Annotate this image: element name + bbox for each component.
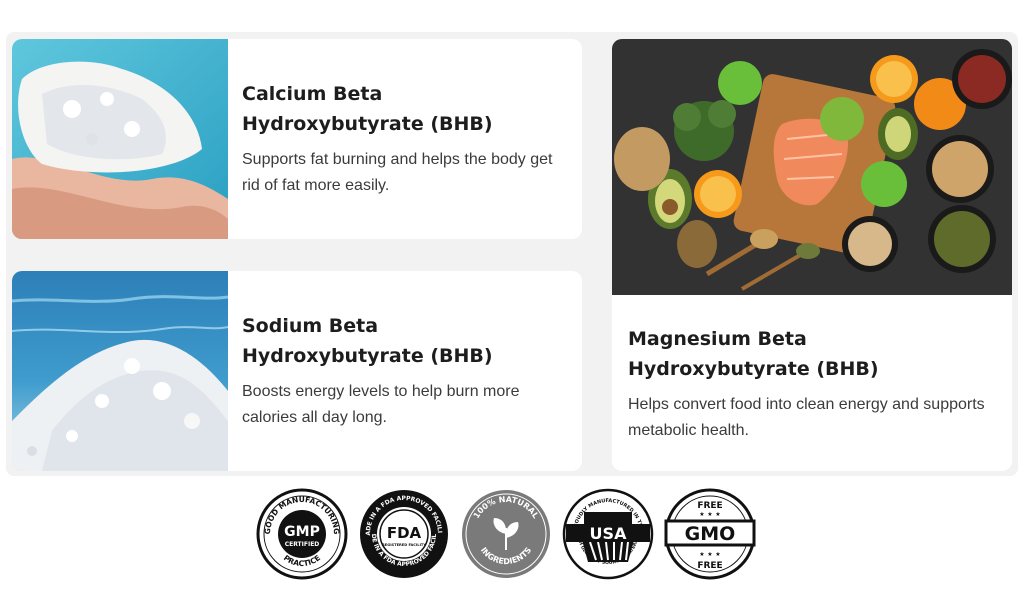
card-title: Calcium Beta Hydroxybutyrate (BHB): [242, 83, 493, 135]
svg-text:★: ★: [715, 511, 720, 518]
svg-text:FDA: FDA: [387, 524, 422, 542]
svg-text:REGISTERED FACILITY: REGISTERED FACILITY: [382, 543, 426, 547]
calcium-salt-photo: [12, 39, 228, 239]
usa-badge-icon: PROUDLY MANUFACTURED IN THE WITH GLOBALL…: [560, 484, 654, 580]
card-description: Supports fat burning and helps the body …: [242, 151, 553, 194]
svg-text:USA: USA: [590, 524, 628, 543]
svg-text:GMP: GMP: [284, 524, 320, 540]
trust-badges: GOOD MANUFACTURING PRACTICE GMP CERTIFIE…: [256, 483, 776, 580]
svg-text:★: ★: [699, 551, 704, 558]
gmp-badge-icon: GOOD MANUFACTURING PRACTICE GMP CERTIFIE…: [256, 488, 348, 580]
svg-text:★: ★: [707, 551, 712, 558]
svg-text:FREE: FREE: [697, 561, 722, 571]
svg-text:GMO: GMO: [685, 523, 736, 545]
natural-ingredients-badge-icon: 100% NATURAL INGREDIENTS: [460, 488, 552, 580]
card-description: Boosts energy levels to help burn more c…: [242, 383, 520, 426]
svg-text:★: ★: [699, 511, 704, 518]
gmo-free-badge-icon: FREE ★ ★ ★ GMO ★ ★ ★ FREE: [664, 488, 756, 580]
card-title: Sodium Beta Hydroxybutyrate (BHB): [242, 315, 493, 367]
ingredient-card-magnesium: Magnesium Beta Hydroxybutyrate (BHB) Hel…: [612, 39, 1012, 471]
card-title: Magnesium Beta Hydroxybutyrate (BHB): [628, 328, 879, 380]
ingredient-card-sodium: Sodium Beta Hydroxybutyrate (BHB) Boosts…: [12, 271, 582, 471]
svg-text:★: ★: [707, 511, 712, 518]
svg-text:CERTIFIED: CERTIFIED: [285, 541, 320, 548]
svg-text:★: ★: [715, 551, 720, 558]
svg-text:FREE: FREE: [697, 501, 722, 511]
ingredient-card-calcium: Calcium Beta Hydroxybutyrate (BHB) Suppo…: [12, 39, 582, 239]
healthy-food-photo: [612, 39, 1012, 295]
card-description: Helps convert food into clean energy and…: [628, 396, 985, 439]
fda-badge-icon: MADE IN A FDA APPROVED FACILITY MADE IN …: [355, 483, 450, 580]
sodium-salt-photo: [12, 271, 228, 471]
